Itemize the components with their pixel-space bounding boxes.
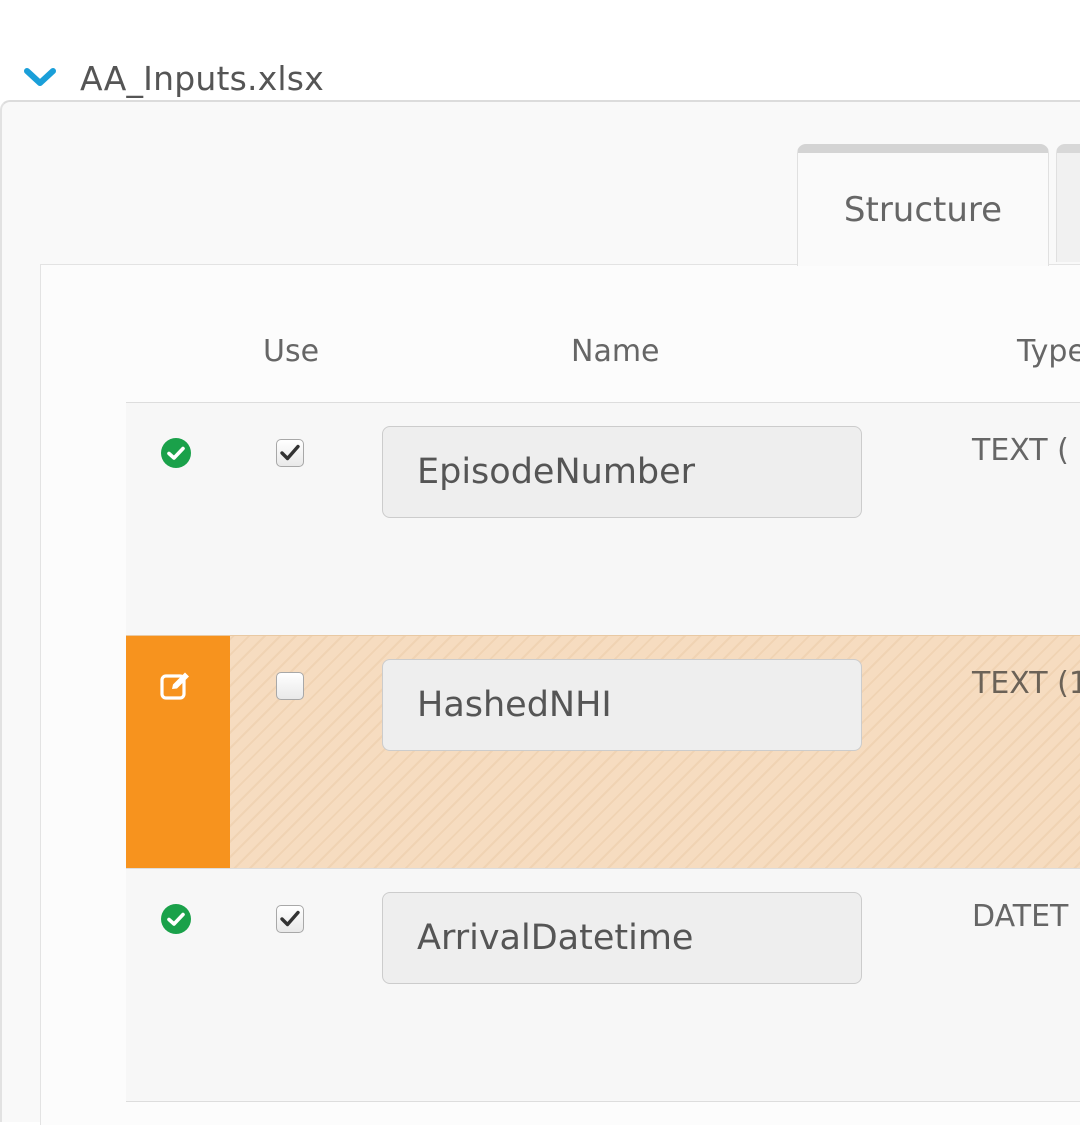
column-header-name: Name bbox=[571, 334, 660, 369]
checkmark-icon bbox=[280, 910, 300, 927]
checkmark-icon bbox=[280, 444, 300, 461]
status-cell bbox=[126, 869, 230, 1101]
column-header-type: Type bbox=[1017, 334, 1080, 369]
check-circle-icon bbox=[160, 903, 192, 935]
chevron-down-icon[interactable] bbox=[24, 60, 60, 96]
tab-next[interactable] bbox=[1056, 144, 1080, 262]
status-cell bbox=[126, 636, 230, 868]
table-row: ArrivalDatetime DATET bbox=[126, 868, 1080, 1101]
table-row: HashedNHI TEXT (1 bbox=[126, 635, 1080, 868]
tab-structure-label: Structure bbox=[843, 189, 1003, 230]
use-checkbox[interactable] bbox=[276, 439, 304, 467]
use-checkbox[interactable] bbox=[276, 672, 304, 700]
field-name-input[interactable]: HashedNHI bbox=[382, 659, 862, 751]
file-header[interactable]: AA_Inputs.xlsx bbox=[24, 56, 324, 100]
use-checkbox[interactable] bbox=[276, 905, 304, 933]
file-name: AA_Inputs.xlsx bbox=[80, 58, 324, 98]
table-row: EpisodeNumber TEXT ( bbox=[126, 402, 1080, 635]
table-bottom-rule bbox=[126, 1101, 1080, 1102]
field-name-input[interactable]: ArrivalDatetime bbox=[382, 892, 862, 984]
field-name-input[interactable]: EpisodeNumber bbox=[382, 426, 862, 518]
column-header-use: Use bbox=[263, 334, 320, 369]
field-table: EpisodeNumber TEXT ( HashedNHI TEXT (1 A… bbox=[126, 402, 1080, 1102]
status-cell bbox=[126, 403, 230, 635]
field-type: TEXT (1 bbox=[972, 666, 1080, 701]
edit-icon bbox=[158, 668, 194, 704]
field-type: DATET bbox=[972, 899, 1069, 934]
tab-structure[interactable]: Structure bbox=[797, 144, 1049, 266]
field-type: TEXT ( bbox=[972, 433, 1069, 468]
check-circle-icon bbox=[160, 437, 192, 469]
